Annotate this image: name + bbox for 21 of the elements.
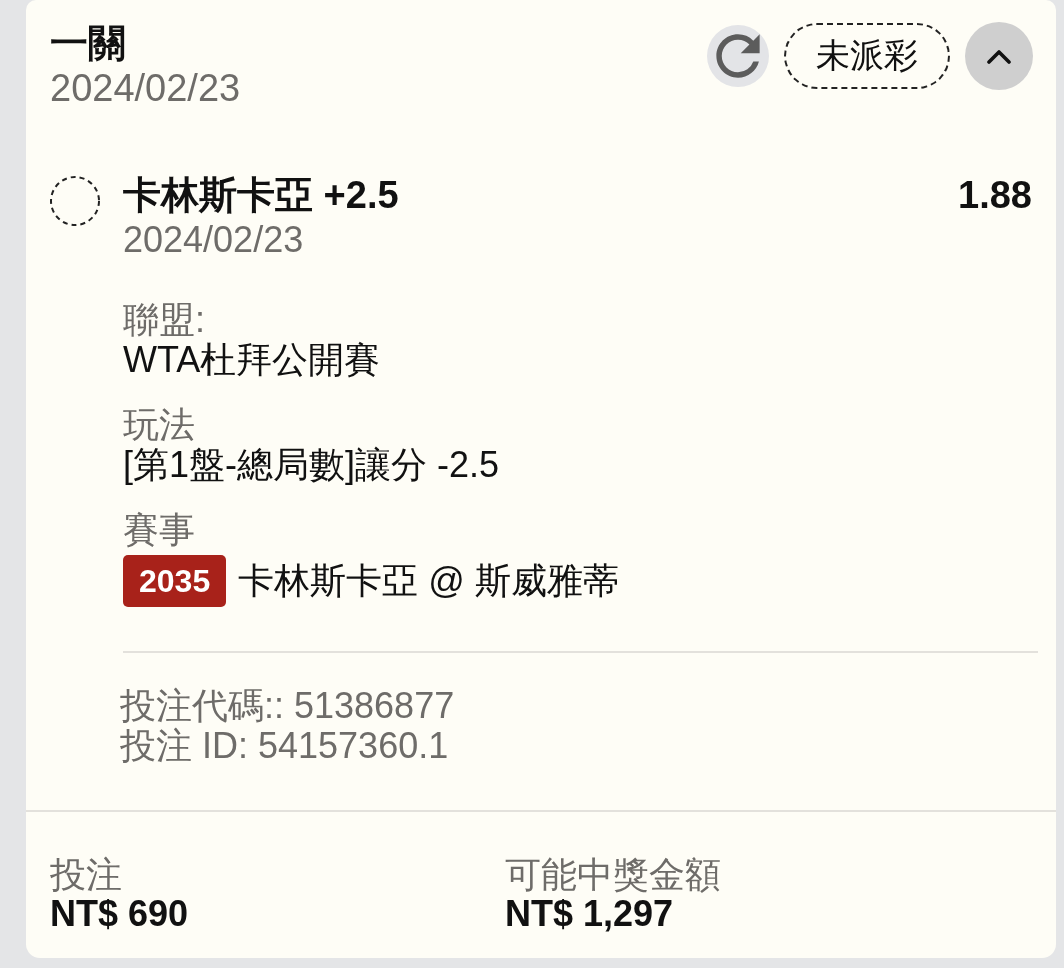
match-teams: 卡林斯卡亞 @ 斯威雅蒂: [238, 559, 619, 603]
detail-label: 賽事: [123, 510, 196, 550]
event-date: 2024/02/23: [123, 218, 305, 262]
bet-code-text: 投注代碼:: 51386877: [120, 686, 456, 726]
bet-id-text: 投注 ID: 54157360.1: [120, 726, 450, 766]
odds-value: 1.88: [958, 173, 1032, 218]
summary-label: 可能中獎金額: [505, 856, 722, 894]
status-tag: 未派彩: [784, 23, 950, 89]
caret-up-icon: [987, 48, 1011, 64]
detail-label: 聯盟:: [123, 300, 206, 340]
detail-value: WTA杜拜公開賽: [123, 340, 382, 380]
detail-label: 玩法: [123, 405, 196, 445]
refresh-icon: [715, 33, 761, 79]
summary-label: 投注: [50, 856, 123, 894]
summary-value: NT$ 1,297: [505, 894, 675, 934]
selection-name: 卡林斯卡亞 +2.5: [123, 173, 399, 218]
event-number-tag: 2035: [123, 555, 227, 607]
bet-date: 2024/02/23: [50, 66, 242, 110]
bet-type-title: 一關: [50, 21, 127, 66]
detail-value: [第1盤-總局數]讓分 -2.5: [123, 445, 501, 485]
summary-value: NT$ 690: [50, 894, 190, 934]
